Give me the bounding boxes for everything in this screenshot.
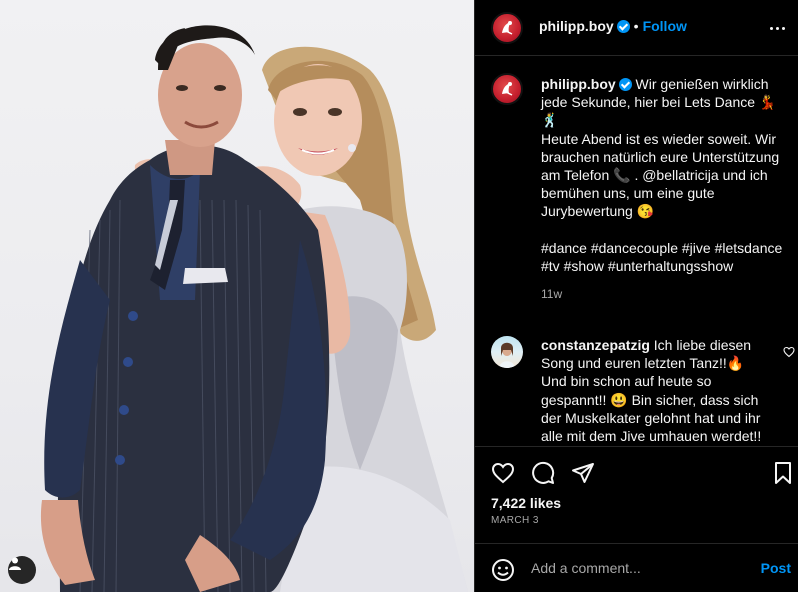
post-comment-button[interactable]: Post: [761, 560, 791, 576]
post-date[interactable]: MARCH 3: [491, 515, 539, 526]
comment-icon: [532, 461, 555, 484]
commenter-avatar[interactable]: [491, 336, 523, 368]
comment-like-button[interactable]: [783, 345, 795, 363]
post-actions: 7,422 likes MARCH 3: [475, 446, 798, 542]
caption-username[interactable]: philipp.boy: [541, 76, 616, 92]
emoji-icon: [492, 559, 514, 581]
comment-composer: Post: [475, 543, 798, 592]
post-photo[interactable]: [0, 0, 474, 592]
send-icon: [572, 463, 594, 483]
post-image: [40, 25, 468, 592]
follow-button[interactable]: Follow: [643, 18, 687, 34]
tagged-users-button[interactable]: [8, 556, 36, 584]
commenter-photo: [499, 342, 515, 368]
post-header-meta: philipp.boy • Follow: [539, 18, 687, 36]
user-tag-icon: [9, 557, 21, 570]
more-horizontal-icon: [769, 26, 773, 30]
verified-badge-icon: [616, 20, 630, 33]
comments-list[interactable]: philipp.boy Wir genießen wirklich jede S…: [475, 57, 798, 445]
caption-author-avatar[interactable]: [491, 73, 523, 105]
emoji-button[interactable]: [489, 556, 517, 584]
heart-icon: [783, 346, 795, 358]
like-button[interactable]: [489, 459, 517, 487]
caption: philipp.boy Wir genießen wirklich jede S…: [541, 75, 787, 301]
post-side-panel: philipp.boy • Follow philipp.boy Wir genie…: [474, 0, 798, 592]
more-options-button[interactable]: [763, 14, 791, 42]
post-header: philipp.boy • Follow: [475, 0, 798, 56]
save-button[interactable]: [769, 459, 797, 487]
commenter-username[interactable]: constanzepatzig: [541, 337, 650, 353]
likes-count[interactable]: 7,422 likes: [491, 495, 561, 511]
caption-timestamp[interactable]: 11w: [541, 287, 787, 301]
comment-text: Ich liebe diesen Song und euren letzten …: [541, 337, 765, 445]
share-button[interactable]: [569, 459, 597, 487]
bookmark-icon: [775, 462, 791, 484]
verified-badge-icon: [618, 78, 632, 91]
comment: constanzepatzig Ich liebe diesen Song un…: [541, 336, 771, 445]
author-avatar[interactable]: [491, 12, 523, 44]
brand-logo-icon: [502, 82, 513, 96]
author-username[interactable]: philipp.boy: [539, 18, 614, 34]
caption-text: Wir genießen wirklich jede Sekunde, hier…: [541, 76, 783, 275]
comment-input[interactable]: [531, 556, 751, 580]
comment-button[interactable]: [529, 459, 557, 487]
brand-logo-icon: [502, 21, 513, 35]
separator-dot: •: [633, 18, 639, 34]
heart-icon: [491, 462, 515, 484]
